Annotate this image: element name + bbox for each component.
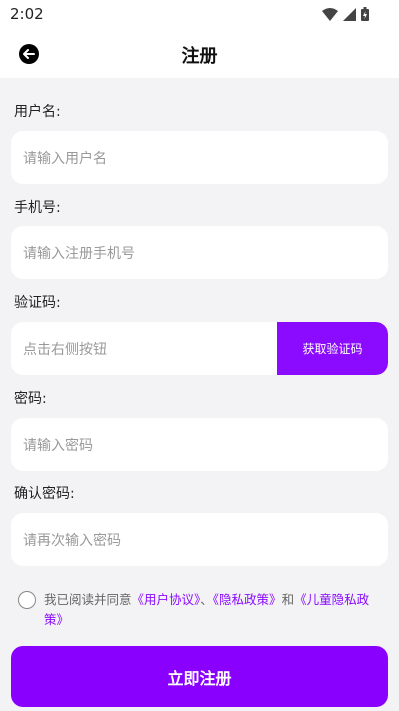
status-bar: 2:02 (0, 0, 399, 30)
agreement-text: 我已阅读并同意《用户协议》、《隐私政策》和《儿童隐私政策》 (44, 590, 384, 630)
battery-icon (361, 7, 369, 21)
username-input[interactable]: 请输入用户名 (11, 131, 388, 184)
phone-label: 手机号: (14, 200, 61, 216)
user-agreement-link[interactable]: 《用户协议》 (132, 592, 201, 607)
status-icons (322, 7, 369, 21)
confirm-password-label: 确认密码: (14, 486, 75, 502)
code-label: 验证码: (14, 295, 61, 311)
phone-input[interactable]: 请输入注册手机号 (11, 226, 388, 279)
agreement-and: 和 (281, 592, 295, 607)
app-bar: 注册 (0, 30, 399, 78)
get-code-button[interactable]: 获取验证码 (277, 322, 388, 375)
agreement-prefix: 我已阅读并同意 (44, 592, 132, 607)
password-label: 密码: (14, 391, 47, 407)
agreement-radio[interactable] (18, 591, 36, 609)
wifi-icon (322, 7, 338, 21)
agreement-separator: 、 (200, 592, 213, 607)
code-row: 点击右侧按钮 获取验证码 (11, 322, 388, 375)
status-time: 2:02 (10, 5, 44, 23)
password-input[interactable]: 请输入密码 (11, 418, 388, 471)
page-title: 注册 (181, 46, 218, 67)
confirm-password-input[interactable]: 请再次输入密码 (11, 513, 388, 566)
privacy-policy-link[interactable]: 《隐私政策》 (213, 592, 282, 607)
register-button[interactable]: 立即注册 (11, 646, 388, 707)
code-input[interactable]: 点击右侧按钮 (23, 322, 107, 375)
username-label: 用户名: (14, 104, 61, 120)
signal-icon (343, 7, 356, 21)
